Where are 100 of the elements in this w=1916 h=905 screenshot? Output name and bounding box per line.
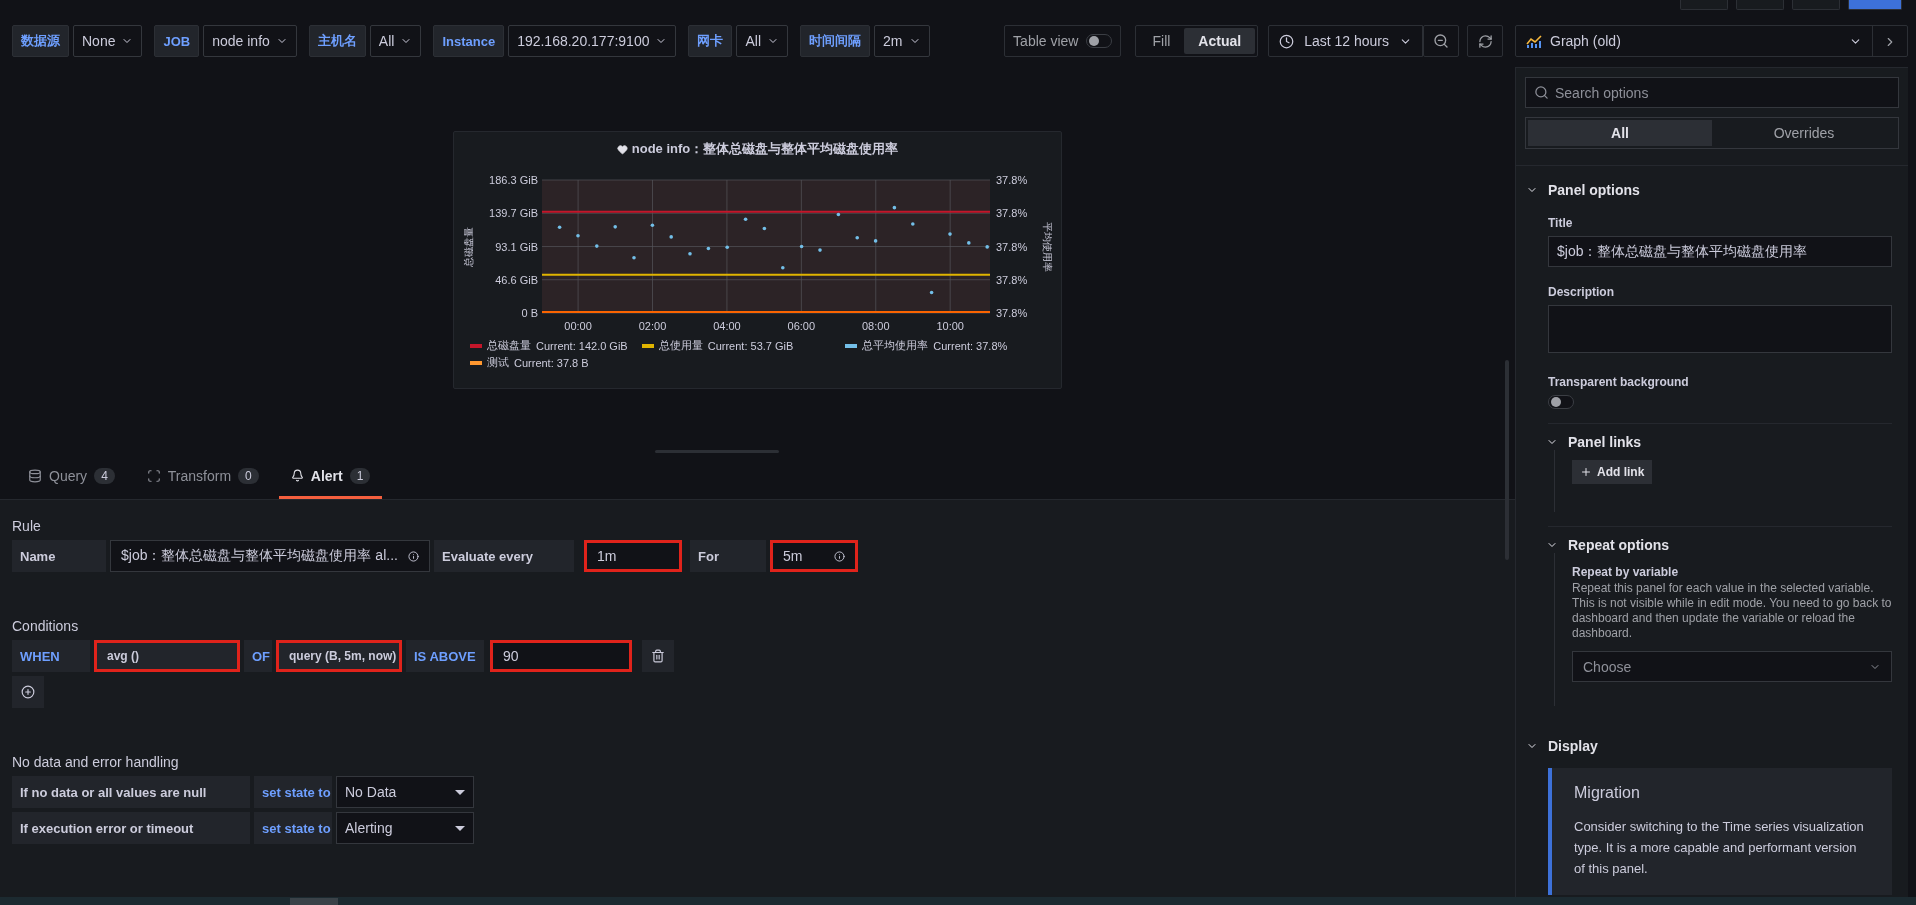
state-select[interactable]: Alerting [336,812,474,844]
caret-icon [455,825,465,831]
notice-title: Migration [1574,784,1641,802]
axis-title: 总磁盘量 [462,226,474,267]
scrollbar-thumb[interactable] [290,898,338,905]
axis-title: 平均使用率 [1041,221,1053,272]
evaluate-field[interactable]: 1m [584,540,682,572]
variable-dropdown[interactable]: 2m [874,25,930,57]
name-field[interactable]: $job：整体总磁盘与整体平均磁盘使用率 al... [110,540,430,572]
keyword-label: OF [244,640,272,672]
for-field[interactable]: 5m [770,540,858,572]
section-header[interactable]: Repeat options [1546,537,1892,553]
variable-dropdown[interactable]: All [369,25,422,57]
info-icon [408,550,419,562]
section-header[interactable]: Display [1526,738,1892,754]
data-point [947,232,952,236]
toolbar-button[interactable] [1736,0,1784,10]
x-axis-label: 00:00 [563,320,592,332]
legend-value: Current: 53.7 GiB [707,339,794,352]
count-badge: 1 [349,467,371,484]
legend-label[interactable]: 总使用量 [658,338,703,353]
variable-dropdown[interactable]: 192.168.20.177:9100 [508,25,677,57]
delete-button[interactable] [642,640,674,672]
data-point [873,239,877,243]
state-select[interactable]: No Data [336,776,474,808]
variable-dropdown[interactable]: None [73,25,143,57]
info-icon [834,550,845,562]
variable-label: JOB [154,25,200,57]
variable-select[interactable]: Choose [1572,651,1892,682]
data-point [575,233,580,238]
field-label: Title [1548,216,1574,230]
panel-title: node info：整体总磁盘与整体平均磁盘使用率 [631,140,899,158]
mode-option[interactable]: Fill [1138,28,1185,54]
data-point [743,217,747,222]
refresh-icon [1477,33,1493,49]
data-point [594,244,599,248]
bell-icon [290,469,304,482]
options-tab[interactable]: Overrides [1712,120,1896,146]
y-axis-label: 93.1 GiB [494,240,538,253]
data-point [724,245,729,250]
transparent-toggle[interactable] [1548,395,1574,409]
count-badge: 0 [238,467,259,484]
threshold-field[interactable]: 90 [490,640,632,672]
x-axis-label: 02:00 [638,320,666,332]
y-axis-label: 37.8% [995,174,1027,186]
database-icon [28,468,42,483]
query-select[interactable]: query (B, 5m, now) [276,640,402,672]
horizontal-scrollbar[interactable] [0,897,1916,905]
editor-tab[interactable]: Query 4 [16,455,127,499]
data-point [557,225,561,230]
section-header[interactable]: Panel links [1546,434,1892,450]
legend-label[interactable]: 总平均使用率 [862,338,929,353]
section-header[interactable]: Panel options [1526,182,1892,198]
y-axis-label: 186.3 GiB [488,174,538,186]
y-axis-label: 0 B [521,307,538,319]
data-point [854,235,859,240]
x-axis-label: 08:00 [861,320,890,332]
y-axis-label: 139.7 GiB [488,207,538,220]
variable-dropdown[interactable]: node info [203,25,297,57]
zoom-out-button[interactable] [1423,25,1459,57]
toolbar-button[interactable] [1848,0,1902,10]
options-tab[interactable]: All [1528,120,1712,146]
data-point [762,226,766,231]
keyword-label: WHEN [12,640,90,672]
table-view-toggle[interactable]: Table view [1004,25,1122,57]
variable-dropdown[interactable]: All [736,25,789,57]
variable-label: 网卡 [688,25,733,57]
variable-label: Instance [433,25,505,57]
variable-label: 数据源 [12,25,69,57]
y-axis-label: 37.8% [995,307,1027,319]
x-axis-label: 04:00 [712,320,741,332]
data-point [631,255,636,260]
toolbar-button[interactable] [1792,0,1840,10]
legend-value: Current: 142.0 GiB [536,339,628,352]
transform-icon [146,468,161,483]
add-link-button[interactable]: Add link [1572,460,1653,484]
data-point [650,223,654,228]
legend-label[interactable]: 总磁盘量 [487,338,531,353]
graph-icon [1526,34,1542,48]
add-condition-button[interactable] [12,676,44,708]
time-range-picker[interactable]: Last 12 hours [1268,25,1423,57]
editor-tab[interactable]: Transform 0 [134,455,271,499]
mode-option[interactable]: Actual [1184,28,1256,54]
caret-icon [455,789,465,795]
toolbar-button[interactable] [1680,0,1728,10]
plus-icon [1580,466,1592,478]
title-field[interactable]: $job：整体总磁盘与整体平均磁盘使用率 [1548,236,1892,267]
data-point [817,248,822,252]
legend-label[interactable]: 测试 [487,355,509,370]
refresh-button[interactable] [1467,25,1503,57]
clock-icon [1279,33,1295,49]
legend-value: Current: 37.8% [933,339,1008,352]
search-field[interactable]: Search options [1525,77,1899,108]
reducer-select[interactable]: avg () [94,640,240,672]
variable-label: 时间间隔 [800,25,871,57]
heart-icon [616,143,628,155]
notice-text: Consider switching to the Time series visualization type. It is a more capable and performant version of this panel. [1574,818,1865,878]
field-label: set state to [254,812,332,844]
field-label: If execution error or timeout [12,812,250,844]
description-field[interactable] [1548,305,1892,353]
